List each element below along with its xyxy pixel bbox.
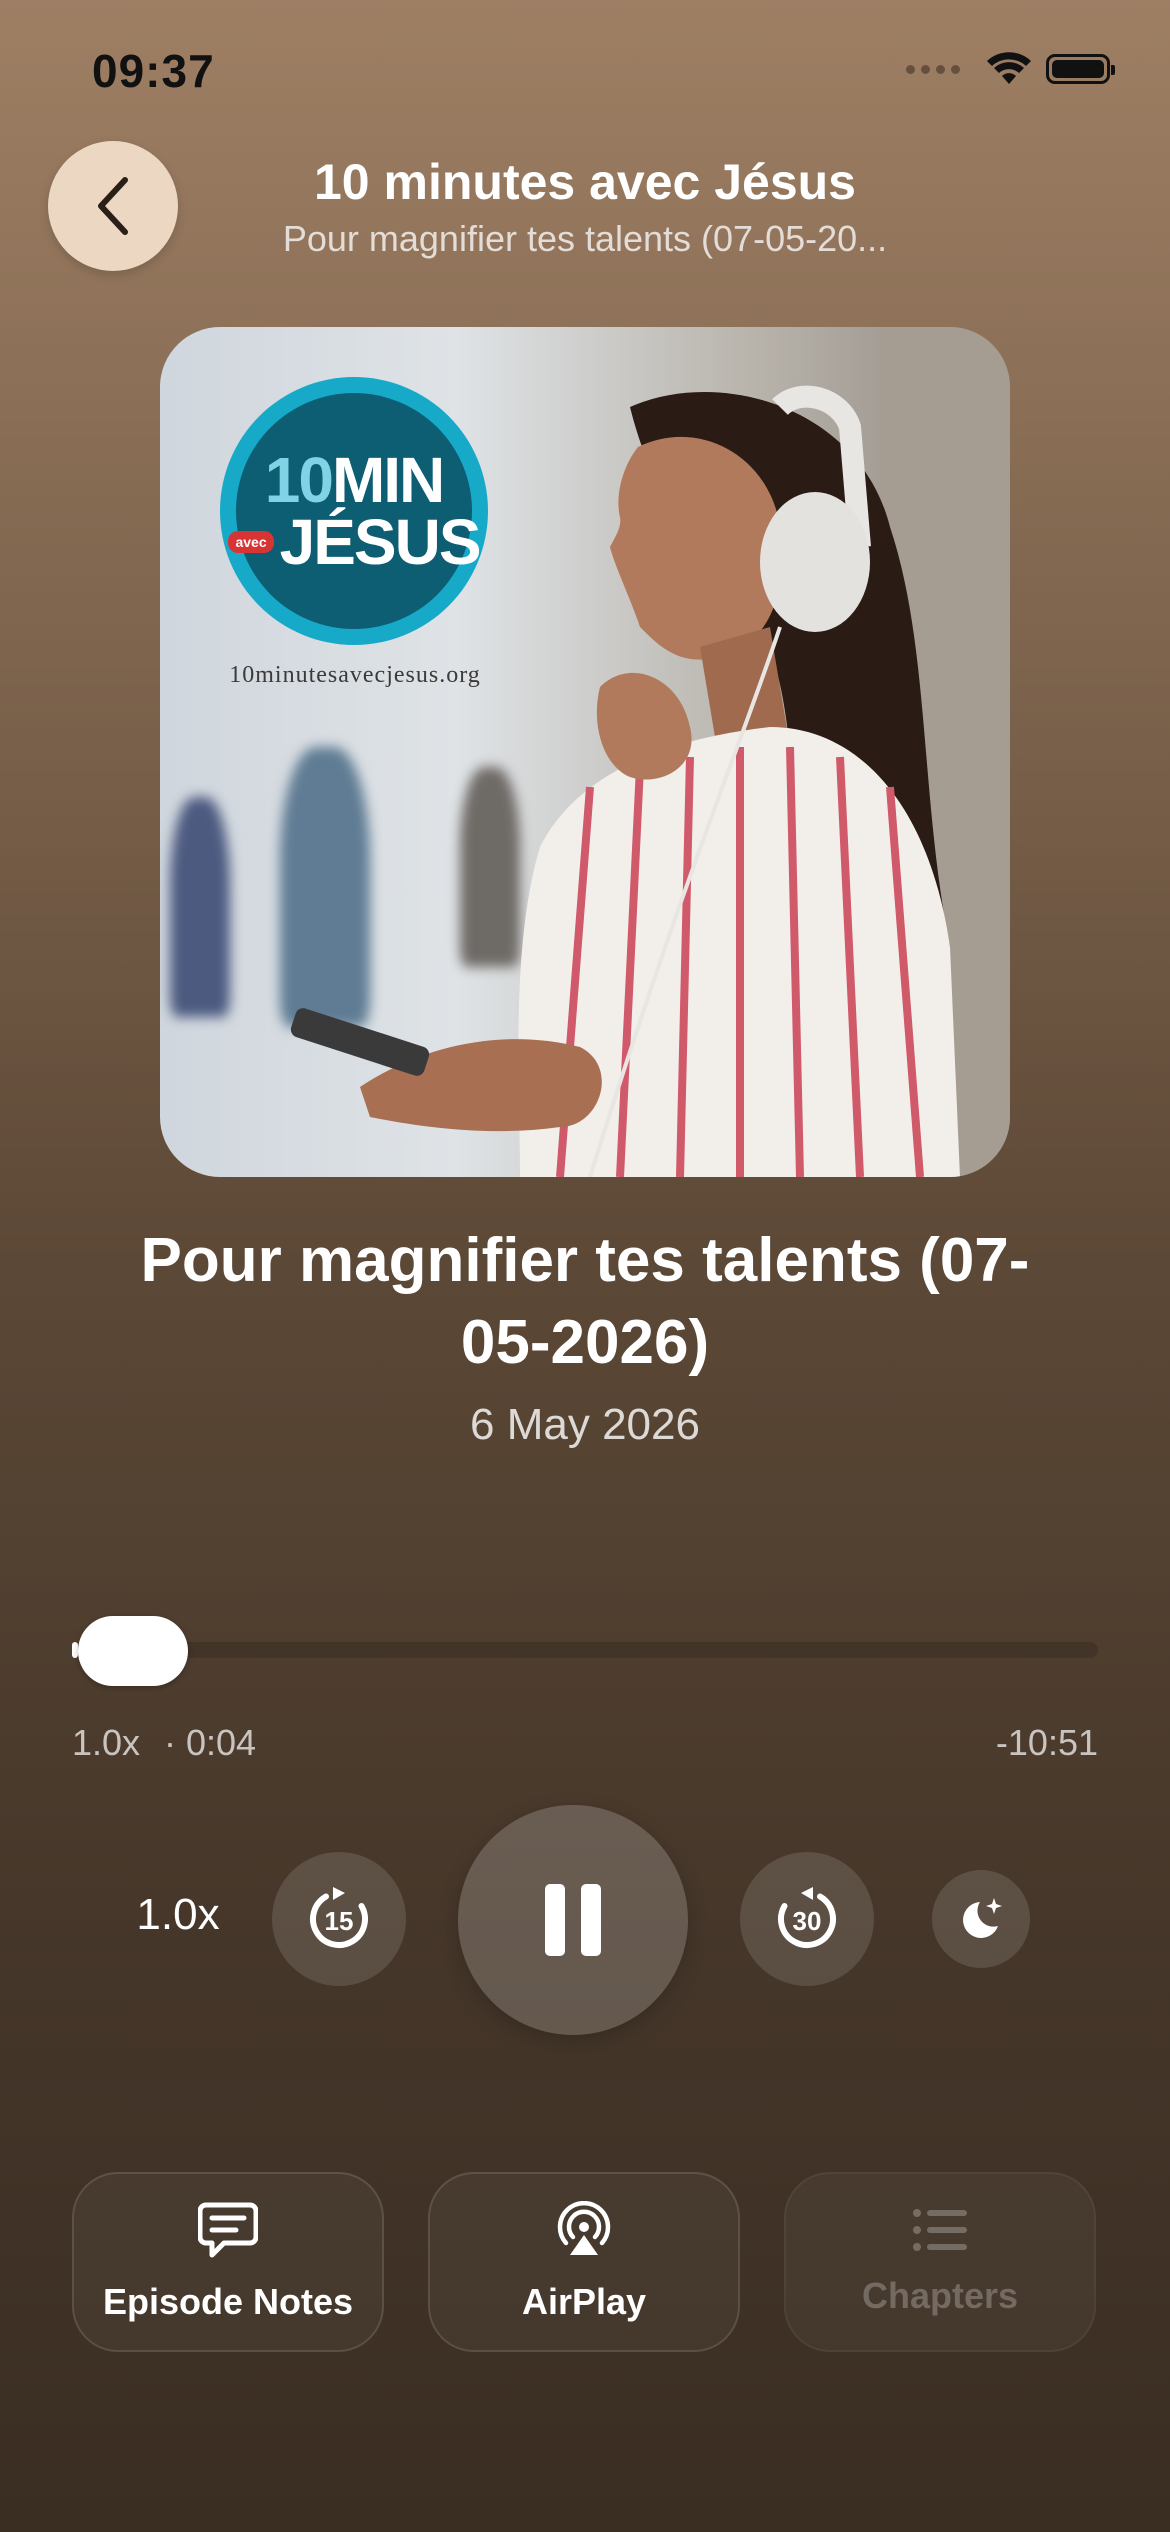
skip-back-button[interactable]: 15	[272, 1852, 406, 1986]
sleep-timer-button[interactable]	[932, 1870, 1030, 1968]
svg-text:15: 15	[325, 1906, 354, 1936]
episode-notes-label: Episode Notes	[102, 2281, 354, 2322]
progress-scrubber-handle[interactable]	[78, 1616, 188, 1686]
status-time: 09:37	[92, 45, 215, 97]
airplay-button[interactable]: AirPlay	[428, 2172, 740, 2352]
skip-forward-30-icon: 30	[778, 1887, 836, 1948]
pause-icon	[545, 1884, 601, 1956]
chapters-label: Chapters	[861, 2275, 1019, 2316]
airplay-icon	[557, 2201, 611, 2255]
status-icons	[906, 52, 1115, 86]
wifi-icon	[987, 52, 1031, 84]
podcast-title: 10 minutes avec Jésus	[314, 154, 856, 210]
playback-rate-label: 1.0x	[72, 1722, 141, 1763]
battery-icon	[1046, 54, 1115, 84]
episode-notes-button[interactable]: Episode Notes	[72, 2172, 384, 2352]
episode-title: Pour magnifier tes talents (07-05-2026)	[140, 1226, 1030, 1377]
episode-date: 6 May 2026	[470, 1400, 700, 1449]
airplay-label: AirPlay	[521, 2281, 647, 2322]
elapsed-time: · 0:04	[164, 1722, 257, 1763]
episode-subtitle: Pour magnifier tes talents (07-05-20...	[282, 218, 888, 259]
speech-bubble-text-icon	[198, 2202, 258, 2258]
progress-track[interactable]	[72, 1642, 1098, 1658]
pause-button[interactable]	[458, 1805, 688, 2035]
logo-url: 10minutesavecjesus.org	[229, 662, 481, 688]
podcast-logo: 10MIN avec JÉSUS	[228, 393, 482, 629]
skip-forward-button[interactable]: 30	[740, 1852, 874, 1986]
svg-text:30: 30	[793, 1906, 822, 1936]
playback-speed-button[interactable]: 1.0x	[130, 1890, 226, 1940]
list-icon	[913, 2209, 967, 2251]
cellular-signal-icon	[906, 64, 960, 74]
remaining-time: -10:51	[995, 1722, 1098, 1763]
chapters-button[interactable]: Chapters	[784, 2172, 1096, 2352]
skip-back-15-icon: 15	[310, 1887, 368, 1948]
episode-artwork: 10MIN avec JÉSUS 10minutesavecjesus.org	[160, 327, 1010, 1177]
moon-stars-icon	[963, 1898, 1002, 1938]
